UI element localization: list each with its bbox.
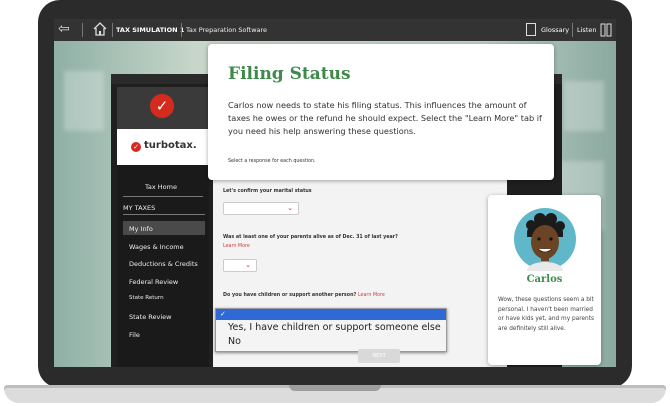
laptop-notch (289, 385, 381, 391)
sidebar-item-my-info[interactable]: My Info (129, 225, 153, 233)
sidebar-item-wages-income[interactable]: Wages & Income (129, 243, 184, 251)
turbotax-brand: turbotax. (144, 140, 197, 151)
turbotax-sidebar: ✓ ✓ turbotax. Tax Home MY TAXES My Info … (117, 87, 209, 367)
dropdown-option-yes[interactable]: Yes, I have children or support someone … (228, 322, 441, 333)
instruction-card: Filing Status Carlos now needs to state … (208, 44, 554, 180)
book-icon[interactable] (526, 23, 536, 36)
instruction-text: Carlos now needs to state his filing sta… (228, 100, 542, 136)
children-dropdown-list[interactable]: ✓ Yes, I have children or support someon… (215, 308, 447, 352)
topbar-divider (572, 23, 573, 37)
simulation-title: TAX SIMULATION 1 (116, 26, 185, 34)
question-marital-status: Let's confirm your marital status (223, 189, 312, 194)
headphones-icon[interactable] (600, 23, 612, 37)
glossary-button[interactable]: Glossary (541, 26, 569, 34)
question-parents-alive: Was at least one of your parents alive a… (223, 235, 398, 240)
back-arrow-icon[interactable]: ⇦ (58, 22, 74, 38)
dropdown-selected-blank-option[interactable]: ✓ (216, 309, 446, 320)
simulation-subtitle: Tax Preparation Software (186, 26, 268, 34)
carlos-avatar (514, 208, 576, 271)
screen: ⇦ TAX SIMULATION 1 Tax Preparation Softw… (54, 19, 616, 367)
turbotax-header: ✓ (117, 87, 209, 129)
sidebar-item-federal-review[interactable]: Federal Review (129, 278, 178, 286)
learn-more-link[interactable]: Learn More (358, 293, 385, 298)
sidebar-divider (123, 214, 205, 215)
carlos-name: Carlos (526, 274, 563, 285)
checkmark-icon: ✓ (131, 142, 141, 152)
sidebar-item-file[interactable]: File (129, 331, 140, 339)
dropdown-option-no[interactable]: No (228, 336, 241, 347)
topbar-divider (181, 23, 182, 37)
turbotax-logo: ✓ turbotax. (117, 129, 209, 165)
marital-status-select[interactable]: ⌄ (223, 202, 299, 215)
topbar-divider (112, 23, 113, 37)
instruction-note: Select a response for each question. (228, 159, 316, 164)
sidebar-tax-home[interactable]: Tax Home (145, 183, 177, 191)
listen-button[interactable]: Listen (577, 26, 596, 34)
parents-alive-select[interactable]: ⌄ (223, 259, 257, 272)
sidebar-divider (123, 196, 203, 197)
laptop-base (4, 385, 666, 403)
home-icon[interactable] (92, 21, 108, 37)
sidebar-section-title: MY TAXES (123, 204, 156, 212)
checkmark-icon: ✓ (150, 94, 174, 118)
sidebar-item-deductions-credits[interactable]: Deductions & Credits (129, 260, 198, 268)
topbar-divider (82, 23, 83, 37)
chevron-down-icon: ⌄ (287, 204, 293, 212)
carlos-speech: Wow, these questions seem a bit personal… (498, 297, 594, 332)
top-bar: ⇦ TAX SIMULATION 1 Tax Preparation Softw… (54, 19, 616, 41)
next-button[interactable]: NEXT (358, 349, 400, 363)
sidebar-item-state-return[interactable]: State Return (129, 295, 164, 301)
question-children: Do you have children or support another … (223, 293, 385, 298)
learn-more-link[interactable]: Learn More (223, 244, 250, 249)
carlos-character-card: Carlos Wow, these questions seem a bit p… (488, 195, 601, 365)
page-title: Filing Status (228, 64, 351, 84)
sidebar-item-state-review[interactable]: State Review (129, 313, 171, 321)
chevron-down-icon: ⌄ (245, 261, 251, 269)
